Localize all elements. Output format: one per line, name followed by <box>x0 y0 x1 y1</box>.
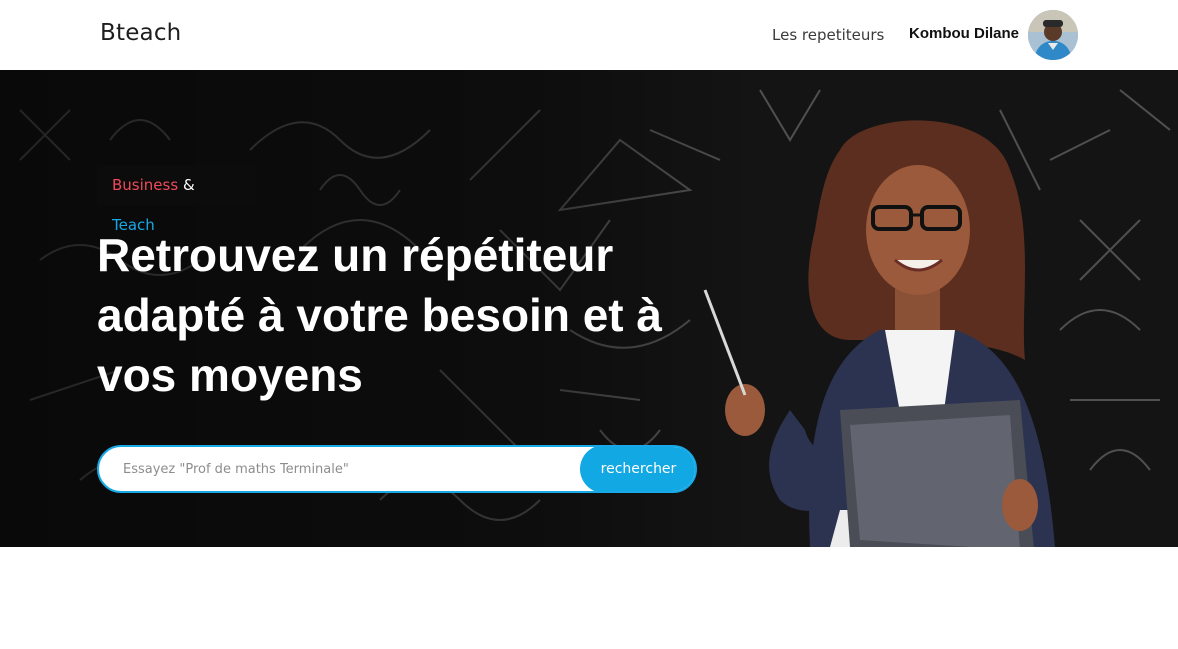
search-form: rechercher <box>97 445 697 493</box>
hero-headline: Retrouvez un répétiteur adapté à votre b… <box>97 229 662 401</box>
avatar-photo <box>1028 10 1078 60</box>
hero-banner: Business & Teach Retrouvez un répétiteur… <box>0 70 1178 547</box>
user-avatar-icon[interactable] <box>1028 10 1078 60</box>
tagline-ampersand: & <box>182 176 195 194</box>
user-name[interactable]: Kombou Dilane <box>909 25 1019 42</box>
brand-logo[interactable]: Bteach <box>100 20 181 46</box>
tagline-business: Business <box>112 176 179 194</box>
search-input[interactable] <box>99 447 583 491</box>
navbar: Bteach Les repetiteurs Kombou Dilane <box>0 0 1178 70</box>
tagline-badge: Business & Teach <box>97 165 257 234</box>
search-button[interactable]: rechercher <box>580 447 695 491</box>
nav-link-repetiteurs[interactable]: Les repetiteurs <box>772 26 884 44</box>
teacher-photo <box>703 120 1055 547</box>
